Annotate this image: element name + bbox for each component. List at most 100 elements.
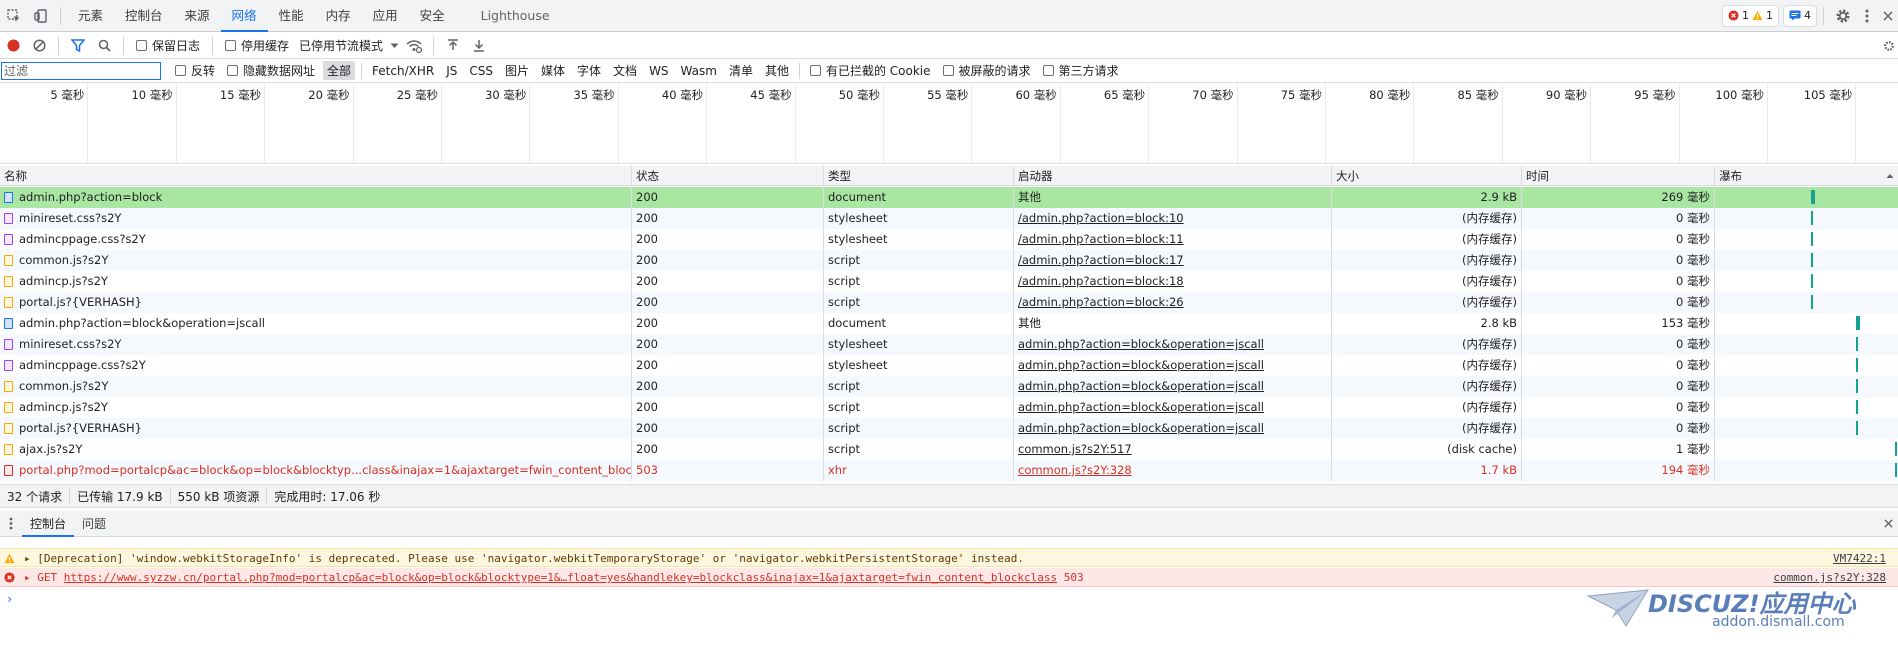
error-url-link[interactable]: https://www.syzzw.cn/portal.php?mod=port…: [64, 571, 1057, 584]
request-initiator-cell[interactable]: common.js?s2Y:328: [1014, 460, 1332, 481]
hide-data-urls-checkbox[interactable]: 隐藏数据网址: [227, 62, 315, 79]
device-toolbar-icon[interactable]: [28, 0, 54, 32]
request-initiator[interactable]: /admin.php?action=block:17: [1018, 253, 1184, 267]
request-initiator[interactable]: /admin.php?action=block:10: [1018, 211, 1184, 225]
resource-type-filter-0[interactable]: 全部: [323, 61, 356, 80]
request-row[interactable]: minireset.css?s2Y 200 stylesheet admin.php?…: [0, 334, 1898, 355]
request-initiator[interactable]: /admin.php?action=block:26: [1018, 295, 1184, 309]
search-icon[interactable]: [91, 33, 117, 59]
export-har-icon[interactable]: [466, 33, 492, 59]
request-row[interactable]: portal.php?mod=portalcp&ac=block&op=bloc…: [0, 460, 1898, 481]
request-initiator-cell[interactable]: /admin.php?action=block:18: [1014, 271, 1332, 292]
messages-badge[interactable]: 4: [1783, 4, 1817, 27]
request-row[interactable]: portal.js?{VERHASH} 200 script/admin.php?a…: [0, 292, 1898, 313]
drawer-tab-1[interactable]: 问题: [74, 511, 114, 537]
resource-type-filter-4[interactable]: 图片: [501, 61, 533, 80]
chevron-down-icon[interactable]: [387, 43, 401, 49]
panel-tab-2[interactable]: 来源: [174, 0, 221, 32]
request-row[interactable]: ajax.js?s2Y 200 script common.js?s2Y:517 (di…: [0, 439, 1898, 460]
request-initiator-cell[interactable]: /admin.php?action=block:17: [1014, 250, 1332, 271]
timeline-overview[interactable]: 5 毫秒 10 毫秒 15 毫秒 20 毫秒 25 毫秒 30 毫秒 35 毫秒 40 毫秒 4…: [0, 83, 1898, 164]
column-header-name[interactable]: 名称: [0, 166, 632, 185]
request-row[interactable]: common.js?s2Y 200 script/admin.php?action=…: [0, 250, 1898, 271]
console-prompt-icon[interactable]: ›: [6, 592, 13, 606]
request-initiator-cell[interactable]: /admin.php?action=block:11: [1014, 229, 1332, 250]
preserve-log-checkbox[interactable]: 保留日志: [136, 37, 200, 54]
request-row[interactable]: minireset.css?s2Y 200 stylesheet/admin.php…: [0, 208, 1898, 229]
resource-type-filter-7[interactable]: 文档: [609, 61, 641, 80]
request-row[interactable]: admincppage.css?s2Y 200 stylesheet admin.ph…: [0, 355, 1898, 376]
blocked-requests-checkbox[interactable]: 被屏蔽的请求: [942, 62, 1031, 79]
panel-tab-0[interactable]: 元素: [67, 0, 114, 32]
request-row[interactable]: common.js?s2Y 200 script admin.php?action=b…: [0, 376, 1898, 397]
filter-input[interactable]: [1, 61, 161, 80]
expand-arrow-icon[interactable]: ▸: [24, 552, 31, 565]
resource-type-filter-6[interactable]: 字体: [573, 61, 605, 80]
settings-gear-icon[interactable]: [1830, 0, 1856, 32]
resource-type-filter-10[interactable]: 清单: [725, 61, 757, 80]
request-initiator-cell[interactable]: /admin.php?action=block:26: [1014, 292, 1332, 313]
resource-type-filter-8[interactable]: WS: [645, 63, 672, 79]
resource-type-filter-11[interactable]: 其他: [761, 61, 793, 80]
request-initiator[interactable]: /admin.php?action=block:18: [1018, 274, 1184, 288]
request-initiator[interactable]: admin.php?action=block&operation=jscall: [1018, 379, 1264, 393]
warning-source-link[interactable]: VM7422:1: [1833, 549, 1886, 568]
drawer-menu-icon[interactable]: [0, 511, 22, 537]
clear-icon[interactable]: [26, 33, 52, 59]
issues-badge[interactable]: 1 1: [1722, 4, 1779, 27]
invert-checkbox[interactable]: 反转: [175, 62, 215, 79]
panel-tab-3[interactable]: 网络: [220, 0, 268, 32]
resource-type-filter-1[interactable]: Fetch/XHR: [368, 63, 438, 79]
disable-cache-checkbox[interactable]: 停用缓存: [225, 37, 289, 54]
panel-tab-6[interactable]: 应用: [362, 0, 409, 32]
resource-type-filter-9[interactable]: Wasm: [677, 63, 721, 79]
request-initiator-cell[interactable]: admin.php?action=block&operation=jscall: [1014, 418, 1332, 439]
checkbox-box[interactable]: [809, 65, 821, 76]
request-initiator-cell[interactable]: admin.php?action=block&operation=jscall: [1014, 376, 1332, 397]
network-settings-icon[interactable]: [1880, 33, 1898, 59]
sort-icon[interactable]: [1886, 166, 1894, 185]
resource-type-filter-2[interactable]: JS: [442, 63, 461, 79]
request-row[interactable]: admincppage.css?s2Y 200 stylesheet/admin.p…: [0, 229, 1898, 250]
checkbox-box[interactable]: [175, 65, 186, 76]
request-initiator[interactable]: common.js?s2Y:517: [1018, 442, 1132, 456]
request-initiator[interactable]: admin.php?action=block&operation=jscall: [1018, 337, 1264, 351]
column-header-waterfall[interactable]: 瀑布: [1715, 166, 1898, 185]
inspect-element-icon[interactable]: [0, 0, 28, 32]
panel-tab-5[interactable]: 内存: [315, 0, 362, 32]
more-options-icon[interactable]: [1856, 0, 1878, 32]
close-drawer-icon[interactable]: [1878, 511, 1898, 537]
import-har-icon[interactable]: [440, 33, 466, 59]
checkbox-box[interactable]: [225, 40, 237, 51]
blocked-cookies-checkbox[interactable]: 有已拦截的 Cookie: [809, 62, 931, 79]
column-header-status[interactable]: 状态: [632, 166, 824, 185]
expand-arrow-icon[interactable]: ▸: [24, 571, 31, 584]
request-initiator[interactable]: admin.php?action=block&operation=jscall: [1018, 421, 1264, 435]
record-icon[interactable]: [0, 33, 26, 59]
request-initiator[interactable]: /admin.php?action=block:11: [1018, 232, 1184, 246]
request-initiator-cell[interactable]: admin.php?action=block&operation=jscall: [1014, 334, 1332, 355]
checkbox-box[interactable]: [942, 65, 954, 76]
panel-tab-4[interactable]: 性能: [268, 0, 315, 32]
checkbox-box[interactable]: [227, 65, 239, 76]
request-initiator[interactable]: common.js?s2Y:328: [1018, 463, 1132, 477]
checkbox-box[interactable]: [136, 40, 147, 51]
network-conditions-icon[interactable]: [401, 33, 427, 59]
request-initiator-cell[interactable]: admin.php?action=block&operation=jscall: [1014, 355, 1332, 376]
third-party-checkbox[interactable]: 第三方请求: [1042, 62, 1119, 79]
panel-tab-1[interactable]: 控制台: [114, 0, 174, 32]
console-warning-message[interactable]: ▸ [Deprecation] 'window.webkitStorageInf…: [0, 548, 1898, 567]
resource-type-filter-3[interactable]: CSS: [465, 63, 497, 79]
throttle-select[interactable]: 已停用节流模式: [299, 37, 383, 54]
request-initiator[interactable]: admin.php?action=block&operation=jscall: [1018, 358, 1264, 372]
panel-tab-8[interactable]: Lighthouse: [470, 0, 561, 32]
request-initiator-cell[interactable]: common.js?s2Y:517: [1014, 439, 1332, 460]
request-initiator-cell[interactable]: admin.php?action=block&operation=jscall: [1014, 397, 1332, 418]
panel-tab-7[interactable]: 安全: [409, 0, 456, 32]
column-header-initiator[interactable]: 启动器: [1014, 166, 1332, 185]
request-row[interactable]: admin.php?action=block 200 document 其他 2.9 k…: [0, 187, 1898, 208]
resource-type-filter-5[interactable]: 媒体: [537, 61, 569, 80]
filter-icon[interactable]: [65, 33, 91, 59]
checkbox-box[interactable]: [1042, 65, 1054, 76]
request-row[interactable]: admincp.js?s2Y 200 script admin.php?action=…: [0, 397, 1898, 418]
